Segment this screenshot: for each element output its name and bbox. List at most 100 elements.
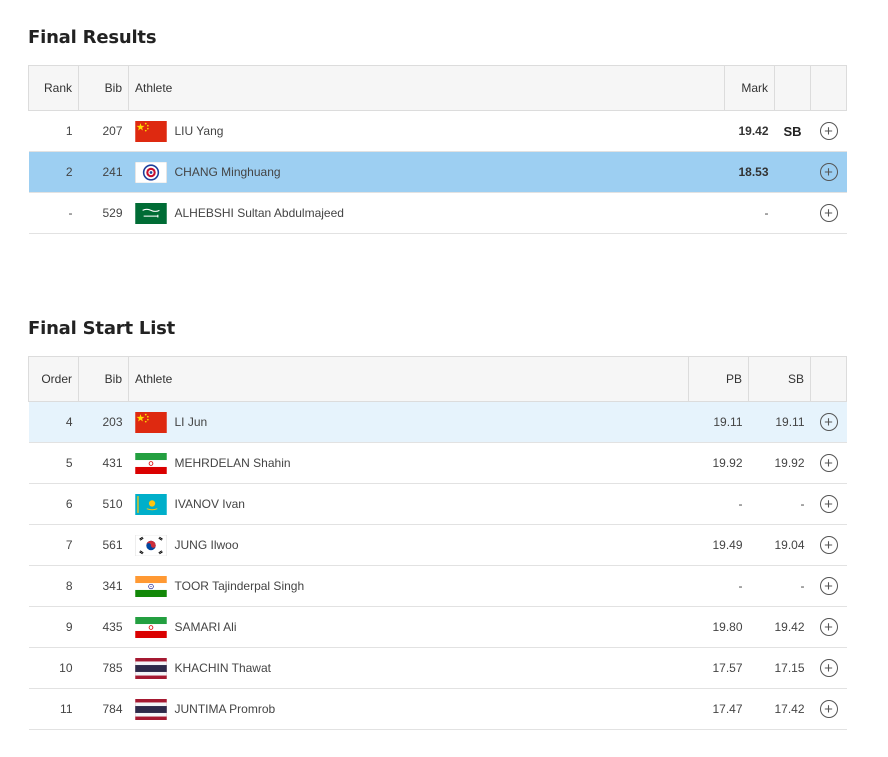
order-cell: 7 (28, 524, 79, 566)
rank-cell: 1 (28, 110, 79, 152)
athlete-name[interactable]: SAMARI Ali (175, 620, 237, 634)
order-cell: 6 (28, 483, 79, 525)
sb-header: SB (748, 356, 811, 402)
bib-cell: 207 (78, 110, 129, 152)
athlete-header: Athlete (128, 356, 689, 402)
mark-cell: 19.42 (724, 110, 775, 152)
athlete-name[interactable]: ALHEBSHI Sultan Abdulmajeed (175, 206, 344, 220)
table-row[interactable]: 11 784 JUNTIMA Promrob 17.47 17.42 + (28, 688, 847, 730)
pb-cell: 17.47 (688, 688, 749, 730)
sb-cell: 19.04 (748, 524, 811, 566)
order-cell: 5 (28, 442, 79, 484)
order-cell: 4 (28, 401, 79, 443)
table-row[interactable]: 8 341 TOOR Tajinderpal Singh - - + (28, 565, 847, 607)
season-best-badge (774, 151, 811, 193)
plus-circle-icon[interactable]: + (819, 536, 838, 554)
bib-cell: 241 (78, 151, 129, 193)
china-flag-icon (134, 120, 167, 142)
table-row[interactable]: 4 203 LI Jun 19.11 19.11 + (28, 401, 847, 443)
pb-cell: - (688, 565, 749, 607)
sb-cell: 19.42 (748, 606, 811, 648)
china-flag-icon (134, 411, 167, 433)
badge-header (774, 65, 811, 111)
bib-cell: 341 (78, 565, 129, 607)
plus-circle-icon[interactable]: + (819, 495, 838, 513)
results-header-row: Rank Bib Athlete Mark (28, 65, 847, 111)
table-row[interactable]: - 529 ALHEBSHI Sultan Abdulmajeed - + (28, 192, 847, 234)
rank-cell: - (28, 192, 79, 234)
order-cell: 8 (28, 565, 79, 607)
korea-flag-icon (134, 534, 167, 556)
table-row[interactable]: 10 785 KHACHIN Thawat 17.57 17.15 + (28, 647, 847, 689)
athlete-name[interactable]: IVANOV Ivan (175, 497, 245, 511)
athlete-name[interactable]: JUNG Ilwoo (175, 538, 239, 552)
plus-circle-icon[interactable]: + (819, 700, 838, 718)
athlete-cell: SAMARI Ali (128, 606, 689, 648)
order-cell: 10 (28, 647, 79, 689)
pb-cell: 19.80 (688, 606, 749, 648)
iran-flag-icon (134, 452, 167, 474)
sb-cell: 19.11 (748, 401, 811, 443)
results-title: Final Results (28, 27, 157, 48)
athlete-name[interactable]: TOOR Tajinderpal Singh (175, 579, 305, 593)
expand-header (810, 65, 847, 111)
mark-header: Mark (724, 65, 775, 111)
table-row[interactable]: 5 431 MEHRDELAN Shahin 19.92 19.92 + (28, 442, 847, 484)
plus-circle-icon[interactable]: + (819, 204, 838, 222)
mark-cell: 18.53 (724, 151, 775, 193)
order-cell: 9 (28, 606, 79, 648)
bib-header: Bib (78, 65, 129, 111)
chinese-taipei-flag-icon (134, 161, 167, 183)
plus-circle-icon[interactable]: + (819, 618, 838, 636)
athlete-cell: CHANG Minghuang (128, 151, 725, 193)
sb-cell: 17.42 (748, 688, 811, 730)
sb-cell: 17.15 (748, 647, 811, 689)
plus-circle-icon[interactable]: + (819, 122, 838, 140)
table-row[interactable]: 6 510 IVANOV Ivan - - + (28, 483, 847, 525)
athlete-name[interactable]: LIU Yang (175, 124, 224, 138)
pb-cell: 19.49 (688, 524, 749, 566)
table-row[interactable]: 2 241 CHANG Minghuang 18.53 + (28, 151, 847, 193)
plus-circle-icon[interactable]: + (819, 659, 838, 677)
bib-cell: 203 (78, 401, 129, 443)
bib-cell: 510 (78, 483, 129, 525)
bib-cell: 784 (78, 688, 129, 730)
plus-circle-icon[interactable]: + (819, 577, 838, 595)
plus-circle-icon[interactable]: + (819, 413, 838, 431)
plus-circle-icon[interactable]: + (819, 454, 838, 472)
athlete-cell: LI Jun (128, 401, 689, 443)
kazakhstan-flag-icon (134, 493, 167, 515)
startlist-header-row: Order Bib Athlete PB SB (28, 356, 847, 402)
sb-cell: - (748, 483, 811, 525)
athlete-cell: JUNTIMA Promrob (128, 688, 689, 730)
startlist-title: Final Start List (28, 318, 176, 339)
athlete-name[interactable]: JUNTIMA Promrob (175, 702, 276, 716)
bib-cell: 435 (78, 606, 129, 648)
athlete-cell: IVANOV Ivan (128, 483, 689, 525)
athlete-name[interactable]: LI Jun (175, 415, 208, 429)
table-row[interactable]: 9 435 SAMARI Ali 19.80 19.42 + (28, 606, 847, 648)
athlete-name[interactable]: MEHRDELAN Shahin (175, 456, 291, 470)
table-row[interactable]: 1 207 LIU Yang 19.42 SB + (28, 110, 847, 152)
iran-flag-icon (134, 616, 167, 638)
table-row[interactable]: 7 561 JUNG Ilwoo 19.49 19.04 + (28, 524, 847, 566)
athlete-cell: TOOR Tajinderpal Singh (128, 565, 689, 607)
season-best-badge: SB (774, 110, 811, 152)
sb-cell: - (748, 565, 811, 607)
pb-cell: 19.92 (688, 442, 749, 484)
bib-cell: 529 (78, 192, 129, 234)
expand-header (810, 356, 847, 402)
results-table: Rank Bib Athlete Mark 1 207 LIU Yang 19.… (28, 65, 847, 234)
pb-cell: 17.57 (688, 647, 749, 689)
sb-cell: 19.92 (748, 442, 811, 484)
mark-cell: - (724, 192, 775, 234)
plus-circle-icon[interactable]: + (819, 163, 838, 181)
athlete-cell: LIU Yang (128, 110, 725, 152)
athlete-name[interactable]: KHACHIN Thawat (175, 661, 271, 675)
athlete-cell: KHACHIN Thawat (128, 647, 689, 689)
startlist-table: Order Bib Athlete PB SB 4 203 LI Jun 19.… (28, 356, 847, 730)
pb-header: PB (688, 356, 749, 402)
athlete-name[interactable]: CHANG Minghuang (175, 165, 281, 179)
rank-cell: 2 (28, 151, 79, 193)
season-best-badge (774, 192, 811, 234)
